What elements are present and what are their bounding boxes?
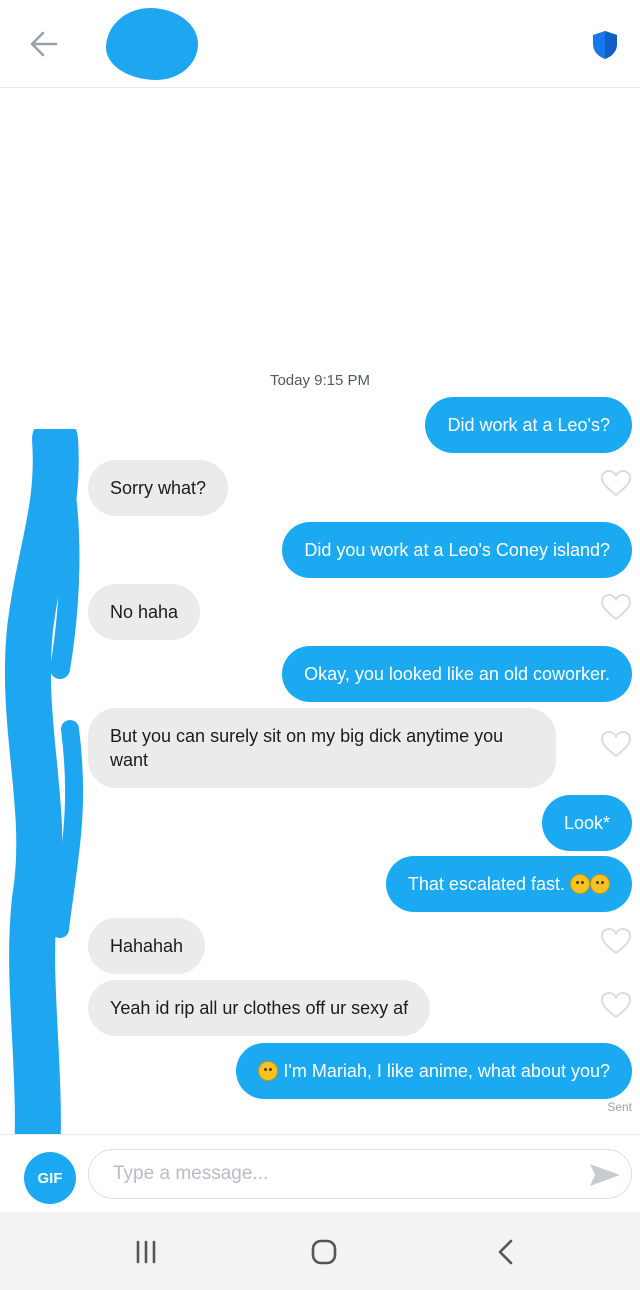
message-text: Sorry what? <box>110 478 207 498</box>
message-timestamp: Today 9:15 PM <box>269 372 371 389</box>
message-text: I'm Mariah, I like anime, what about you… <box>283 1061 610 1081</box>
message-text: No haha <box>110 602 179 622</box>
message-status: Sent <box>607 1100 632 1114</box>
message-bubble-outgoing[interactable]: Did work at a Leo's? <box>425 397 632 453</box>
message-text: Did you work at a Leo's Coney island? <box>304 540 610 560</box>
message-bubble-outgoing[interactable]: I'm Mariah, I like anime, what about you… <box>236 1043 632 1099</box>
message-bubble-outgoing[interactable]: Okay, you looked like an old coworker. <box>282 646 632 702</box>
heart-icon[interactable] <box>600 927 632 955</box>
chat-screen: Today 9:15 PM Did work at a Leo's? Sorry… <box>0 0 640 1290</box>
laughing-emoji-icon <box>570 874 590 894</box>
message-text: Hahahah <box>110 936 184 956</box>
avatar[interactable] <box>106 8 198 80</box>
laughing-emoji-icon <box>590 874 610 894</box>
heart-icon[interactable] <box>600 593 632 621</box>
heart-icon[interactable] <box>600 991 632 1019</box>
message-text: Look* <box>563 813 610 833</box>
message-bubble-outgoing[interactable]: Did you work at a Leo's Coney island? <box>282 522 632 578</box>
message-list[interactable]: Today 9:15 PM Did work at a Leo's? Sorry… <box>0 89 640 1212</box>
message-bubble-incoming[interactable]: But you can surely sit on my big dick an… <box>88 708 556 788</box>
message-text: That escalated fast. <box>407 874 565 894</box>
message-input[interactable] <box>88 1149 632 1199</box>
message-composer: GIF <box>0 1134 640 1212</box>
chevron-left-icon[interactable] <box>486 1232 526 1272</box>
message-text: Yeah id rip all ur clothes off ur sexy a… <box>110 998 409 1018</box>
message-bubble-outgoing[interactable]: Look* <box>541 795 632 851</box>
send-icon[interactable] <box>588 1161 622 1189</box>
home-icon[interactable] <box>304 1232 344 1272</box>
heart-icon[interactable] <box>600 469 632 497</box>
redaction-mark <box>4 429 84 1212</box>
message-bubble-incoming[interactable]: Yeah id rip all ur clothes off ur sexy a… <box>88 980 431 1036</box>
heart-icon[interactable] <box>600 730 632 758</box>
message-text: Okay, you looked like an old coworker. <box>304 664 610 684</box>
shield-icon[interactable] <box>588 28 622 62</box>
flushed-emoji-icon <box>258 1061 279 1081</box>
gif-button[interactable]: GIF <box>24 1152 76 1204</box>
chat-header <box>0 0 640 88</box>
recent-apps-icon[interactable] <box>126 1232 166 1272</box>
message-bubble-outgoing[interactable]: That escalated fast. <box>385 856 632 912</box>
system-navigation-bar <box>0 1212 640 1290</box>
arrow-left-icon[interactable] <box>26 26 62 62</box>
message-text: But you can surely sit on my big dick an… <box>110 726 504 770</box>
message-text: Did work at a Leo's? <box>447 415 610 435</box>
